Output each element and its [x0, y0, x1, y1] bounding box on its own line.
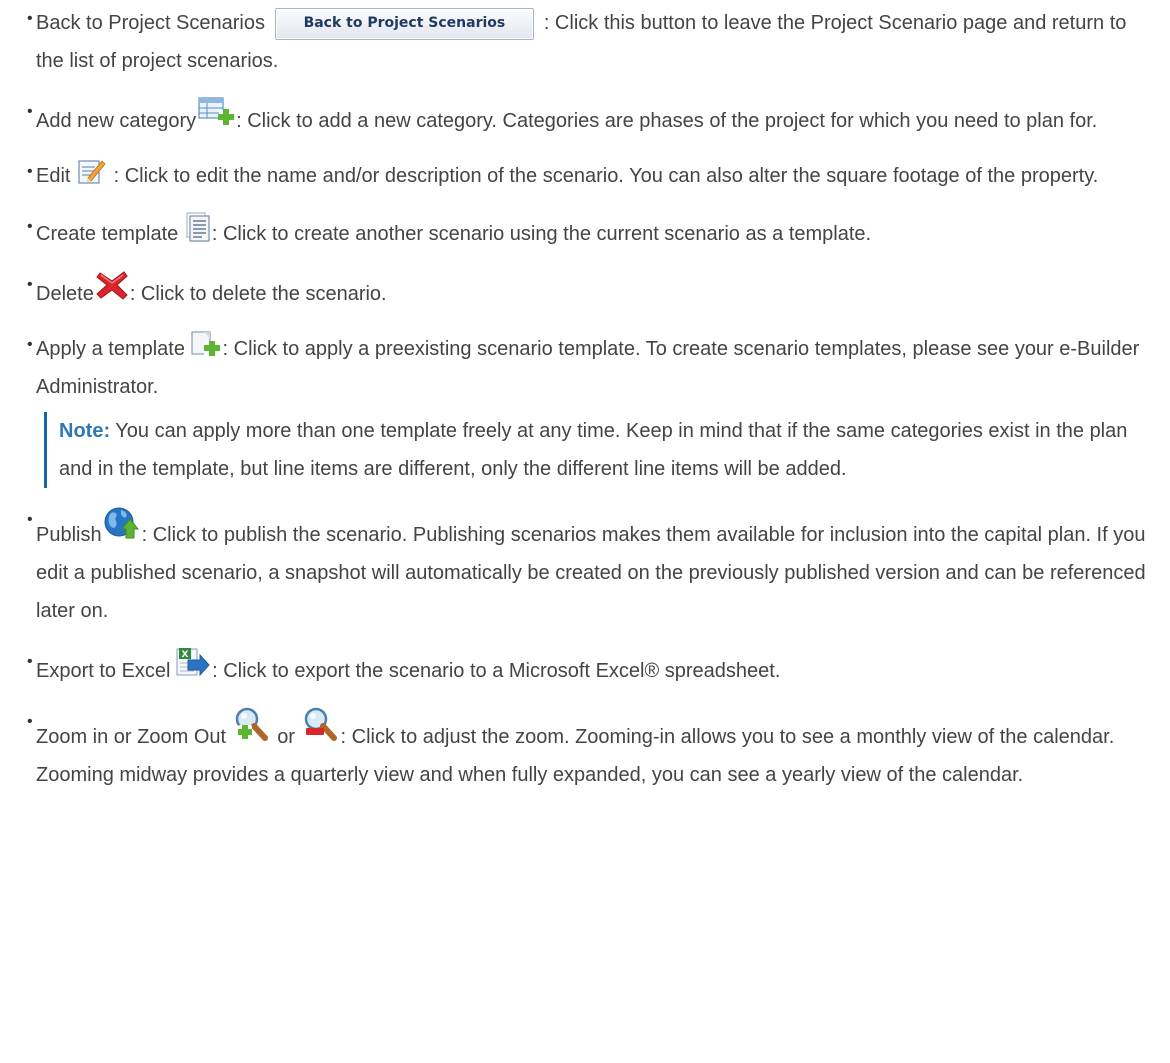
bullet: • [27, 10, 33, 27]
bullet: • [27, 103, 33, 120]
zoom-or-word: or [277, 726, 295, 748]
add-category-icon[interactable] [198, 97, 235, 125]
list-item-zoom: • Zoom in or Zoom Out or : Click to adju… [27, 707, 1158, 794]
list-item-export-excel: • Export to Excel X : Click to export th… [27, 647, 1158, 690]
item-description: : Click to export the scenario to a Micr… [212, 660, 781, 682]
bullet: • [27, 653, 33, 670]
item-label: Edit [36, 165, 71, 187]
document-icon[interactable] [186, 212, 210, 242]
edit-icon[interactable] [78, 158, 106, 184]
back-to-project-scenarios-button[interactable]: Back to Project Scenarios [274, 8, 535, 40]
apply-template-icon[interactable] [190, 331, 221, 357]
list-item-create-template: • Create template : Click to create anot… [27, 212, 1158, 253]
note-text: You can apply more than one template fre… [59, 420, 1128, 480]
item-label: Add new category [36, 110, 197, 132]
item-label: Create template [36, 223, 179, 245]
item-description: : Click to add a new category. Categorie… [236, 110, 1098, 132]
item-label: Zoom in or Zoom Out [36, 726, 227, 748]
zoom-in-icon[interactable] [234, 707, 270, 741]
help-page: • Back to Project Scenarios Back to Proj… [0, 0, 1170, 794]
svg-text:X: X [182, 650, 189, 660]
list-item-edit: • Edit : Click to edit the name and/or d… [27, 157, 1158, 195]
item-label: Publish [36, 524, 102, 546]
list-item-back-to-scenarios: • Back to Project Scenarios Back to Proj… [27, 4, 1158, 80]
item-description: : Click to edit the name and/or descript… [113, 165, 1099, 187]
item-description: : Click to publish the scenario. Publish… [36, 524, 1146, 622]
item-description: : Click to delete the scenario. [129, 283, 387, 305]
bullet: • [27, 163, 33, 180]
list-item-delete: • Delete : Click to delete the scenario. [27, 270, 1158, 313]
zoom-out-icon[interactable] [303, 707, 339, 741]
list-item-add-category: • Add new category : Click to add a new … [27, 97, 1158, 140]
item-label: Back to Project Scenarios [36, 12, 265, 34]
bullet: • [27, 276, 33, 293]
item-label: Delete [36, 283, 94, 305]
publish-globe-icon[interactable] [104, 505, 140, 539]
bullet: • [27, 713, 33, 730]
excel-export-icon[interactable]: X [176, 647, 210, 677]
item-label: Apply a template [36, 338, 185, 360]
item-description: : Click to create another scenario using… [211, 223, 872, 245]
bullet: • [27, 336, 33, 353]
note-box: Note: You can apply more than one templa… [44, 412, 1139, 488]
list-item-apply-template: • Apply a template : Click to apply a pr… [27, 330, 1158, 488]
item-label: Export to Excel [36, 660, 171, 682]
toolbar-help-list: • Back to Project Scenarios Back to Proj… [27, 4, 1170, 794]
bullet: • [27, 218, 33, 235]
bullet: • [27, 511, 33, 528]
note-label: Note: [59, 420, 111, 442]
delete-x-icon[interactable] [96, 270, 128, 300]
list-item-publish: • Publish : Click to publish the scenari… [27, 505, 1158, 630]
